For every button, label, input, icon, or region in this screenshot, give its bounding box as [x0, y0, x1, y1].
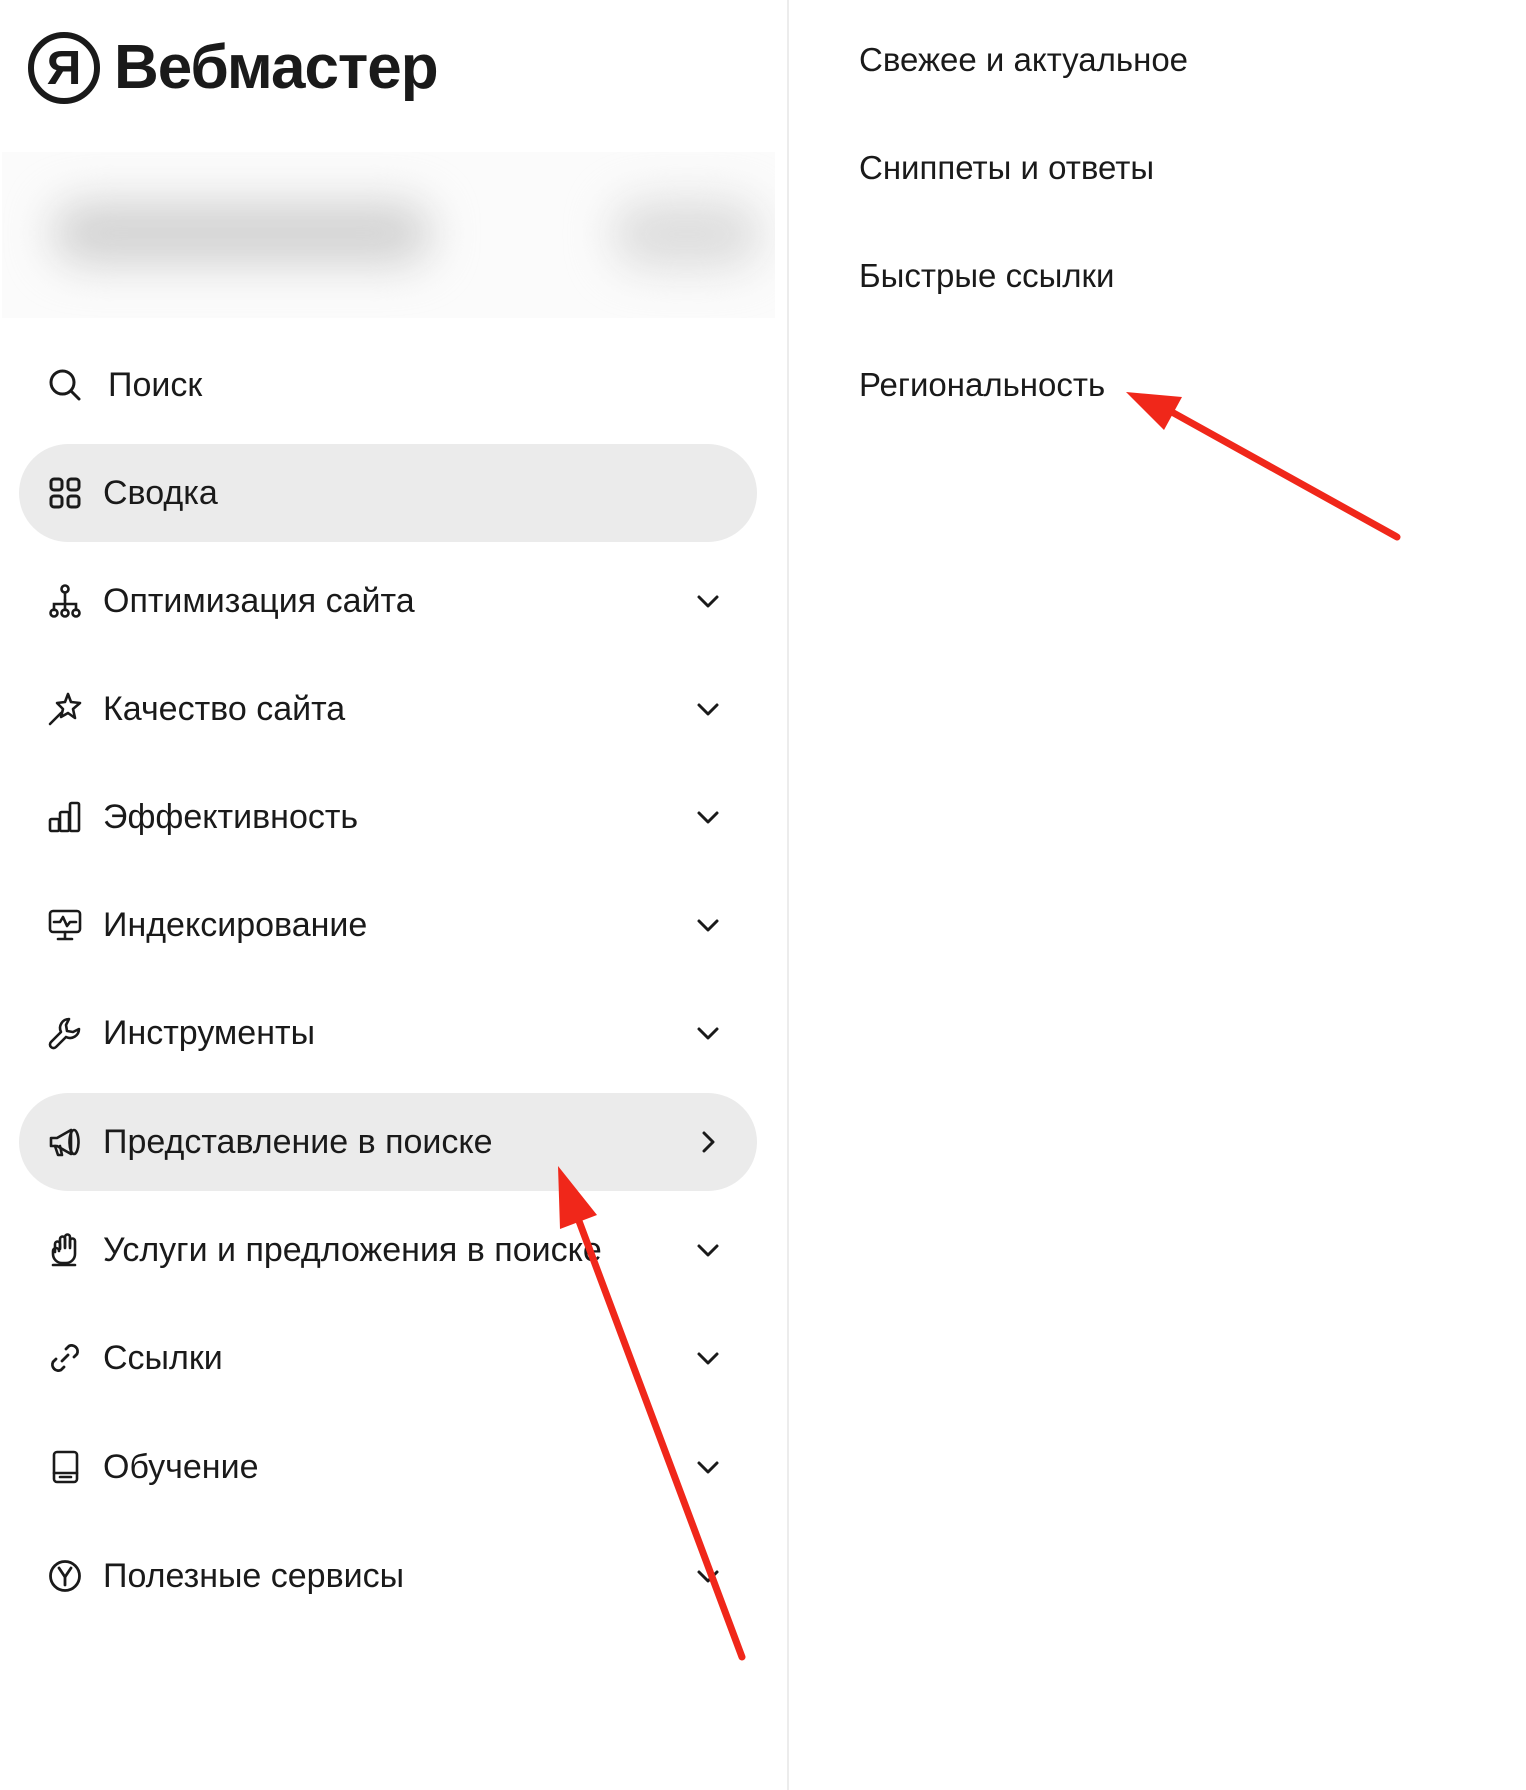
- chevron-down-icon[interactable]: [694, 1562, 722, 1590]
- sidebar-item-summary[interactable]: Сводка: [19, 444, 757, 542]
- sitemap-icon: [47, 583, 83, 619]
- sidebar-item-efficiency[interactable]: Эффективность: [19, 768, 757, 866]
- yandex-webmaster-logo[interactable]: Я Вебмастер: [28, 28, 439, 108]
- sidebar-item-label: Поиск: [108, 366, 203, 404]
- chevron-down-icon[interactable]: [694, 1019, 722, 1047]
- sidebar-item-site-quality[interactable]: Качество сайта: [19, 660, 757, 758]
- grid-icon: [47, 475, 83, 511]
- link-icon: [47, 1340, 83, 1376]
- submenu-item-fresh-content[interactable]: Свежее и актуальное: [859, 30, 1188, 90]
- sidebar-item-indexing[interactable]: Индексирование: [19, 876, 757, 974]
- megaphone-icon: [47, 1124, 83, 1160]
- sidebar-item-links[interactable]: Ссылки: [19, 1309, 757, 1407]
- sidebar: Я Вебмастер Поиск Сводка Оптимизация сай…: [0, 0, 789, 1790]
- sidebar-item-label: Качество сайта: [103, 690, 346, 728]
- chevron-down-icon[interactable]: [694, 911, 722, 939]
- sidebar-item-search[interactable]: Поиск: [19, 336, 757, 434]
- sidebar-item-label: Полезные сервисы: [103, 1557, 405, 1595]
- sidebar-item-useful-services[interactable]: Полезные сервисы: [19, 1527, 757, 1625]
- hand-icon: [47, 1232, 83, 1268]
- chevron-down-icon[interactable]: [694, 1453, 722, 1481]
- bar-chart-icon: [47, 799, 83, 835]
- sidebar-item-label: Сводка: [103, 474, 218, 512]
- sparkle-wand-icon: [47, 691, 83, 727]
- search-icon: [47, 367, 83, 403]
- wrench-icon: [47, 1015, 83, 1051]
- sidebar-item-services-offers[interactable]: Услуги и предложения в поиске: [19, 1201, 757, 1299]
- chevron-down-icon[interactable]: [694, 587, 722, 615]
- sidebar-item-learning[interactable]: Обучение: [19, 1418, 757, 1516]
- chevron-down-icon[interactable]: [694, 1236, 722, 1264]
- site-selector-blurred[interactable]: [2, 152, 775, 318]
- logo-title: Вебмастер: [114, 33, 439, 102]
- submenu-item-regionality[interactable]: Региональность: [859, 355, 1105, 415]
- sidebar-item-label: Ссылки: [103, 1339, 223, 1377]
- chevron-down-icon[interactable]: [694, 695, 722, 723]
- sidebar-item-label: Оптимизация сайта: [103, 582, 415, 620]
- chevron-down-icon[interactable]: [694, 1344, 722, 1372]
- submenu-item-quick-links[interactable]: Быстрые ссылки: [859, 246, 1114, 306]
- book-icon: [47, 1449, 83, 1485]
- chevron-right-icon[interactable]: [694, 1128, 722, 1156]
- sidebar-item-tools[interactable]: Инструменты: [19, 984, 757, 1082]
- sidebar-item-label: Услуги и предложения в поиске: [103, 1231, 602, 1269]
- yandex-logo-mark: Я: [28, 32, 100, 104]
- monitor-pulse-icon: [47, 907, 83, 943]
- yandex-circle-icon: [47, 1558, 83, 1594]
- sidebar-item-label: Инструменты: [103, 1014, 316, 1052]
- sidebar-item-label: Обучение: [103, 1448, 259, 1486]
- sidebar-item-site-optimization[interactable]: Оптимизация сайта: [19, 552, 757, 650]
- sidebar-item-label: Индексирование: [103, 906, 368, 944]
- sidebar-item-label: Представление в поиске: [103, 1123, 493, 1161]
- search-appearance-submenu: Свежее и актуальное Сниппеты и ответы Бы…: [791, 0, 1526, 1790]
- sidebar-item-search-appearance[interactable]: Представление в поиске: [19, 1093, 757, 1191]
- sidebar-item-label: Эффективность: [103, 798, 359, 836]
- submenu-item-snippets[interactable]: Сниппеты и ответы: [859, 138, 1154, 198]
- chevron-down-icon[interactable]: [694, 803, 722, 831]
